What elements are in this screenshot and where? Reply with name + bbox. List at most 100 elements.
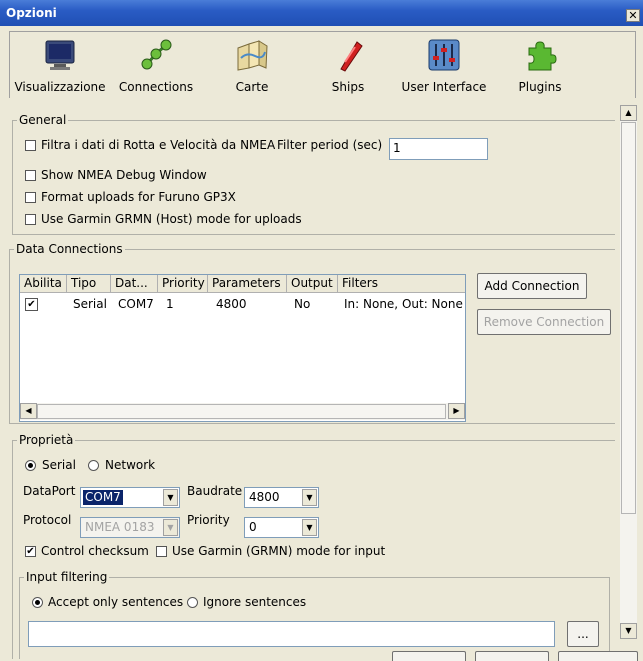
dataport-value: COM7 bbox=[83, 490, 123, 505]
charts-icon bbox=[237, 40, 268, 71]
list-scroll-thumb[interactable] bbox=[37, 404, 446, 419]
dataport-label: DataPort bbox=[23, 484, 76, 498]
puzzle-icon bbox=[528, 41, 557, 71]
connections-icon bbox=[141, 39, 172, 70]
add-connection-button[interactable]: Add Connection bbox=[477, 273, 587, 299]
garmin-upload-label: Use Garmin GRMN (Host) mode for uploads bbox=[41, 212, 302, 226]
column-header-filters[interactable]: Filters bbox=[338, 275, 465, 293]
garmin-input-label: Use Garmin (GRMN) mode for input bbox=[172, 544, 386, 558]
data-connections-legend: Data Connections bbox=[16, 242, 123, 256]
row-type: Serial bbox=[73, 297, 107, 311]
filter-period-label: Filter period (sec) bbox=[277, 138, 383, 152]
panel-vertical-scrollbar[interactable]: ▲ ▼ bbox=[620, 105, 637, 639]
list-horizontal-scrollbar[interactable]: ◀ ▶ bbox=[20, 403, 465, 420]
data-connections-group: Data Connections Abilita Tipo Dat... Pri… bbox=[9, 242, 615, 424]
row-priority: 1 bbox=[166, 297, 174, 311]
row-data: COM7 bbox=[118, 297, 154, 311]
column-header-tipo[interactable]: Tipo bbox=[67, 275, 111, 293]
dataport-dropdown-arrow[interactable]: ▼ bbox=[163, 489, 178, 506]
toolbar-item-visualizzazione[interactable]: Visualizzazione bbox=[12, 32, 108, 98]
toolbar-label-visualizzazione: Visualizzazione bbox=[14, 80, 106, 94]
priority-combo[interactable]: 0 ▼ bbox=[244, 517, 319, 538]
furuno-checkbox[interactable] bbox=[25, 192, 36, 203]
input-filtering-group: Input filtering Accept only sentences Ig… bbox=[19, 570, 610, 659]
serial-radio[interactable] bbox=[25, 460, 36, 471]
checksum-label: Control checksum bbox=[41, 544, 149, 558]
input-filtering-legend: Input filtering bbox=[26, 570, 108, 584]
dialog-button-2[interactable] bbox=[475, 651, 549, 661]
priority-label: Priority bbox=[187, 513, 230, 527]
ignore-sentences-radio[interactable] bbox=[187, 597, 198, 608]
protocol-value: NMEA 0183 bbox=[85, 520, 155, 534]
show-debug-label: Show NMEA Debug Window bbox=[41, 168, 207, 182]
toolbar-item-user-interface[interactable]: User Interface bbox=[396, 32, 492, 98]
column-header-priority[interactable]: Priority bbox=[158, 275, 208, 293]
priority-dropdown-arrow[interactable]: ▼ bbox=[302, 519, 317, 536]
filter-checkbox[interactable] bbox=[25, 140, 36, 151]
show-debug-checkbox[interactable] bbox=[25, 170, 36, 181]
dataport-combo[interactable]: COM7 ▼ bbox=[80, 487, 180, 508]
toolbar-item-carte[interactable]: Carte bbox=[204, 32, 300, 98]
row-filters: In: None, Out: None bbox=[344, 297, 463, 311]
scroll-down-button[interactable]: ▼ bbox=[620, 623, 637, 639]
row-enabled-checkbox[interactable]: ✔ bbox=[25, 298, 38, 311]
toolbar-label-user-interface: User Interface bbox=[401, 80, 487, 94]
network-label: Network bbox=[105, 458, 156, 472]
protocol-label: Protocol bbox=[23, 513, 72, 527]
window-title: Opzioni bbox=[6, 6, 57, 20]
furuno-label: Format uploads for Furuno GP3X bbox=[41, 190, 236, 204]
accept-sentences-radio[interactable] bbox=[32, 597, 43, 608]
serial-label: Serial bbox=[42, 458, 76, 472]
row-output: No bbox=[294, 297, 311, 311]
dialog-button-1[interactable] bbox=[392, 651, 466, 661]
network-radio[interactable] bbox=[88, 460, 99, 471]
toolbar-item-ships[interactable]: Ships bbox=[300, 32, 396, 98]
column-header-data[interactable]: Dat... bbox=[111, 275, 158, 293]
baudrate-dropdown-arrow[interactable]: ▼ bbox=[302, 489, 317, 506]
connections-panel: General Filtra i dati di Rotta e Velocit… bbox=[9, 105, 615, 659]
sliders-icon bbox=[428, 39, 460, 71]
general-group: General Filtra i dati di Rotta e Velocit… bbox=[12, 113, 615, 235]
ship-icon bbox=[340, 41, 363, 72]
dialog-buttons bbox=[392, 651, 643, 661]
priority-value: 0 bbox=[249, 520, 257, 534]
filter-label: Filtra i dati di Rotta e Velocità da NME… bbox=[41, 138, 276, 152]
title-bar: Opzioni ✕ bbox=[0, 0, 643, 26]
toolbar-item-plugins[interactable]: Plugins bbox=[492, 32, 588, 98]
close-button[interactable]: ✕ bbox=[626, 9, 640, 22]
garmin-input-checkbox[interactable] bbox=[156, 546, 167, 557]
garmin-upload-checkbox[interactable] bbox=[25, 214, 36, 225]
column-header-abilita[interactable]: Abilita bbox=[20, 275, 67, 293]
toolbar-label-ships: Ships bbox=[331, 80, 365, 94]
options-dialog: Visualizzazione Connections Carte Ships … bbox=[0, 26, 643, 661]
column-header-output[interactable]: Output bbox=[287, 275, 338, 293]
toolbar-item-connections[interactable]: Connections bbox=[108, 32, 204, 98]
toolbar-label-connections: Connections bbox=[118, 80, 194, 94]
checksum-checkbox[interactable]: ✔ bbox=[25, 546, 36, 557]
panel-scroll-thumb[interactable] bbox=[621, 122, 636, 514]
monitor-icon bbox=[45, 40, 75, 70]
filter-period-input[interactable]: 1 bbox=[389, 138, 488, 160]
toolbar-label-plugins: Plugins bbox=[518, 80, 562, 94]
accept-sentences-label: Accept only sentences bbox=[48, 595, 184, 609]
remove-connection-button[interactable]: Remove Connection bbox=[477, 309, 611, 335]
ignore-sentences-label: Ignore sentences bbox=[203, 595, 307, 609]
properties-group: Proprietà Serial Network DataPort COM7 ▼… bbox=[12, 433, 615, 659]
properties-legend: Proprietà bbox=[19, 433, 74, 447]
sentences-input[interactable] bbox=[28, 621, 555, 647]
scroll-up-button[interactable]: ▲ bbox=[620, 105, 637, 121]
options-toolbar: Visualizzazione Connections Carte Ships … bbox=[9, 31, 636, 98]
protocol-dropdown-arrow[interactable]: ▼ bbox=[163, 519, 178, 536]
connections-list[interactable]: Abilita Tipo Dat... Priority Parameters … bbox=[19, 274, 466, 422]
baudrate-combo[interactable]: 4800 ▼ bbox=[244, 487, 319, 508]
column-header-parameters[interactable]: Parameters bbox=[208, 275, 287, 293]
row-parameters: 4800 bbox=[216, 297, 247, 311]
scroll-left-button[interactable]: ◀ bbox=[20, 403, 37, 419]
baudrate-label: Baudrate bbox=[187, 484, 243, 498]
dialog-button-3[interactable] bbox=[558, 651, 638, 661]
toolbar-label-carte: Carte bbox=[235, 80, 269, 94]
baudrate-value: 4800 bbox=[249, 490, 280, 504]
protocol-combo[interactable]: NMEA 0183 ▼ bbox=[80, 517, 180, 538]
browse-sentences-button[interactable]: ... bbox=[567, 621, 599, 647]
scroll-right-button[interactable]: ▶ bbox=[448, 403, 465, 419]
